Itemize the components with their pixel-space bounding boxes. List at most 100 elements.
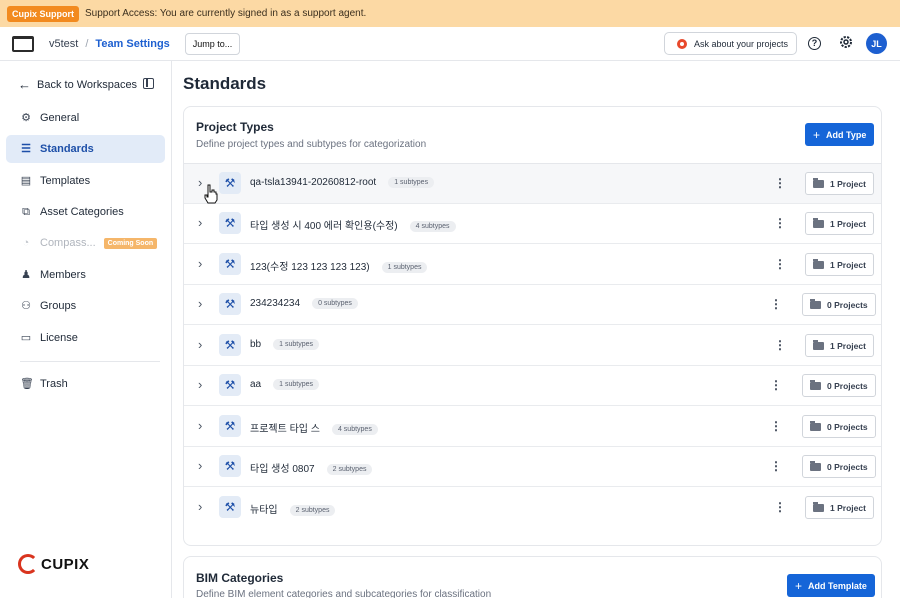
table-row[interactable]: › ⚒ qa-tsla13941-20260812-root 1 subtypes…: [184, 164, 881, 204]
chevron-right-icon[interactable]: ›: [198, 377, 202, 392]
chevron-right-icon[interactable]: ›: [198, 296, 202, 311]
settings-gear-icon[interactable]: [838, 34, 854, 50]
add-template-label: Add Template: [808, 580, 867, 591]
add-type-label: Add Type: [826, 129, 867, 140]
projects-count-button[interactable]: 1 Project: [805, 172, 874, 195]
hand-cursor-icon: [204, 184, 218, 204]
chevron-right-icon[interactable]: ›: [198, 418, 202, 433]
license-icon: ▭: [20, 332, 32, 344]
sidebar-item-groups[interactable]: ⚇ Groups: [6, 292, 165, 320]
more-options-icon[interactable]: ⋮: [770, 378, 782, 392]
chevron-right-icon[interactable]: ›: [198, 499, 202, 514]
ask-projects-button[interactable]: Ask about your projects: [664, 32, 797, 55]
bim-categories-title: BIM Categories: [196, 571, 284, 585]
chevron-right-icon[interactable]: ›: [198, 256, 202, 271]
back-to-workspaces-link[interactable]: ← Back to Workspaces: [18, 77, 137, 92]
projects-count-button[interactable]: 1 Project: [805, 212, 874, 235]
support-banner: Cupix Support Support Access: You are cu…: [0, 0, 900, 27]
more-options-icon[interactable]: ⋮: [770, 459, 782, 473]
collapse-sidebar-icon[interactable]: [143, 78, 154, 89]
projects-count-button[interactable]: 1 Project: [805, 334, 874, 357]
hierarchy-icon: ⧉: [22, 206, 30, 218]
cupix-logo-icon: [18, 554, 38, 574]
sidebar-item-label: Members: [40, 269, 86, 281]
projects-count-button[interactable]: 0 Projects: [802, 374, 876, 397]
sidebar-item-label: Trash: [40, 378, 68, 390]
table-row[interactable]: › ⚒ 프로젝트 타입 스4 subtypes ⋮ 0 Projects: [184, 407, 881, 447]
tools-icon: ⚒: [219, 293, 241, 315]
cupix-logo-text: CUPIX: [41, 555, 90, 573]
tools-icon: ⚒: [219, 455, 241, 477]
subtypes-badge: 0 subtypes: [312, 298, 358, 309]
breadcrumb-workspace[interactable]: v5test: [49, 38, 78, 50]
more-options-icon[interactable]: ⋮: [770, 419, 782, 433]
tools-icon: ⚒: [219, 212, 241, 234]
jump-to-button[interactable]: Jump to...: [184, 32, 241, 55]
sidebar-item-label: General: [40, 112, 80, 124]
subtypes-badge: 1 subtypes: [388, 177, 435, 188]
subtypes-badge: 1 subtypes: [381, 262, 428, 273]
sidebar-item-templates[interactable]: ▤ Templates: [6, 167, 165, 195]
folder-icon: [810, 379, 821, 390]
more-options-icon[interactable]: ⋮: [774, 257, 786, 271]
projects-count-button[interactable]: 1 Project: [805, 253, 874, 276]
bim-categories-subtitle: Define BIM element categories and subcat…: [196, 589, 492, 598]
folder-icon: [813, 501, 824, 512]
trash-icon: 🗑: [20, 378, 34, 390]
sidebar: ← Back to Workspaces ⚙ General ☰ Standar…: [0, 61, 172, 598]
sidebar-item-general[interactable]: ⚙ General: [6, 104, 165, 132]
chevron-right-icon[interactable]: ›: [198, 458, 202, 473]
breadcrumb-current: Team Settings: [95, 37, 170, 50]
more-options-icon[interactable]: ⋮: [774, 176, 786, 190]
sidebar-item-asset-categories[interactable]: ⧉ Asset Categories: [6, 198, 165, 226]
project-type-name: 타입 생성 시 400 에러 확인용(수정) 4 subtypes: [250, 217, 456, 232]
table-row[interactable]: › ⚒ 타입 생성 시 400 에러 확인용(수정) 4 subtypes ⋮ 1…: [184, 204, 881, 244]
project-types-card: Project Types Define project types and s…: [183, 106, 882, 546]
user-avatar[interactable]: JL: [866, 33, 887, 54]
table-row[interactable]: › ⚒ aa 1 subtypes ⋮ 0 Projects: [184, 366, 881, 406]
tools-icon: ⚒: [219, 374, 241, 396]
subtypes-badge: 2 subtypes: [326, 464, 373, 475]
projects-count-button[interactable]: 0 Projects: [802, 415, 876, 438]
chevron-right-icon[interactable]: ›: [198, 175, 202, 190]
more-options-icon[interactable]: ⋮: [770, 297, 782, 311]
projects-count-button[interactable]: 0 Projects: [802, 455, 876, 478]
table-row[interactable]: › ⚒ bb 1 subtypes ⋮ 1 Project: [184, 326, 881, 366]
sidebar-item-trash[interactable]: 🗑 Trash: [6, 370, 165, 398]
sidebar-item-license[interactable]: ▭ License: [6, 324, 165, 352]
page-title: Standards: [183, 74, 267, 93]
table-row[interactable]: › ⚒ 123(수정 123 123 123 123) 1 subtypes ⋮ …: [184, 245, 881, 285]
add-template-button[interactable]: + Add Template: [787, 574, 875, 597]
folder-icon: [813, 177, 824, 188]
project-type-name: 123(수정 123 123 123 123) 1 subtypes: [250, 258, 428, 273]
tools-icon: ⚒: [219, 415, 241, 437]
compass-icon: ◔: [22, 237, 30, 249]
project-types-title: Project Types: [196, 120, 274, 134]
sidebar-item-standards[interactable]: ☰ Standards: [6, 135, 165, 163]
project-type-name: qa-tsla13941-20260812-root 1 subtypes: [250, 177, 435, 188]
more-options-icon[interactable]: ⋮: [774, 338, 786, 352]
sidebar-item-members[interactable]: ♟ Members: [6, 261, 165, 289]
sidebar-item-label: Groups: [40, 300, 77, 312]
sidebar-divider: [20, 361, 160, 362]
project-type-name: 타입 생성 0807 2 subtypes: [250, 460, 373, 475]
project-type-name: bb 1 subtypes: [250, 339, 319, 350]
table-row[interactable]: › ⚒ 234234234 0 subtypes ⋮ 0 Projects: [184, 285, 881, 325]
sidebar-item-label: License: [40, 332, 78, 344]
folder-icon: [810, 460, 821, 471]
help-icon[interactable]: ?: [808, 37, 821, 50]
chevron-right-icon[interactable]: ›: [198, 215, 202, 230]
table-row[interactable]: › ⚒ 타입 생성 0807 2 subtypes ⋮ 0 Projects: [184, 447, 881, 487]
more-options-icon[interactable]: ⋮: [774, 216, 786, 230]
more-options-icon[interactable]: ⋮: [774, 500, 786, 514]
add-type-button[interactable]: + Add Type: [805, 123, 875, 146]
sidebar-item-label: Compass...: [40, 237, 96, 249]
table-row[interactable]: › ⚒ 뉴타입 2 subtypes ⋮ 1 Project: [184, 488, 881, 528]
back-label: Back to Workspaces: [37, 78, 138, 91]
projects-count-button[interactable]: 1 Project: [805, 496, 874, 519]
plus-icon: +: [813, 127, 821, 142]
projects-count-button[interactable]: 0 Projects: [802, 293, 876, 316]
app-logo-icon[interactable]: [12, 35, 34, 52]
chevron-right-icon[interactable]: ›: [198, 337, 202, 352]
tools-icon: ⚒: [219, 334, 241, 356]
